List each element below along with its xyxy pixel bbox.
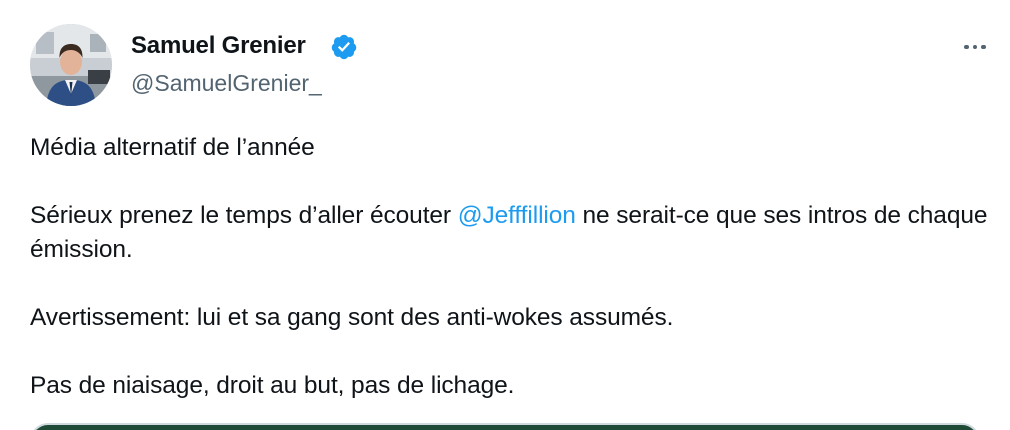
tweet-paragraph: Avertissement: lui et sa gang sont des a… xyxy=(30,304,674,331)
tweet-text: Média alternatif de l’année Sérieux pren… xyxy=(30,131,990,403)
tweet-paragraph: Sérieux prenez le temps d’aller écouter … xyxy=(30,199,990,267)
mention-link[interactable]: @Jefffillion xyxy=(458,202,576,229)
tweet: Samuel Grenier @SamuelGrenier_ Média alt… xyxy=(0,0,1010,430)
tweet-text-segment: Sérieux prenez le temps d’aller écouter xyxy=(30,202,458,229)
author-handle[interactable]: @SamuelGrenier_ xyxy=(131,70,322,97)
avatar-photo xyxy=(30,24,112,106)
tweet-paragraph: Média alternatif de l’année xyxy=(30,134,315,161)
more-horizontal-icon xyxy=(964,44,969,50)
more-horizontal-icon xyxy=(972,44,978,50)
tweet-paragraph: Pas de niaisage, droit au but, pas de li… xyxy=(30,372,515,399)
avatar[interactable] xyxy=(30,24,112,106)
media-card[interactable] xyxy=(30,423,980,430)
more-horizontal-icon xyxy=(981,44,986,50)
author-name[interactable]: Samuel Grenier xyxy=(131,32,306,60)
verified-badge-icon xyxy=(331,34,357,60)
more-options-button[interactable] xyxy=(955,32,995,62)
